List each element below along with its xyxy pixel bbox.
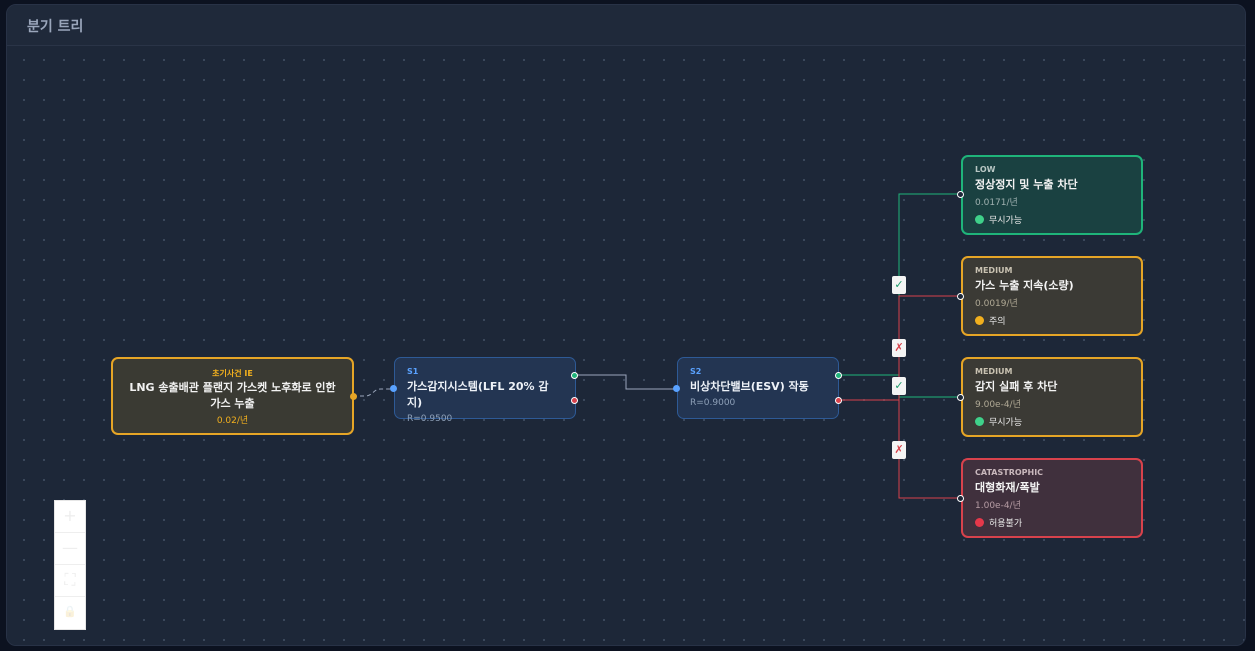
ie-tag: 초기사건 IE <box>212 369 253 378</box>
edge-s2-failure-o4 <box>898 400 958 499</box>
ie-source-handle[interactable] <box>350 393 357 400</box>
outcome-frequency: 1.00e-4/년 <box>975 501 1021 511</box>
outcome-3-target-handle[interactable] <box>957 394 964 401</box>
outcome-level: CATASTROPHIC <box>975 468 1044 477</box>
status-label: 허용불가 <box>989 519 1023 529</box>
system-id: S1 <box>407 367 419 376</box>
outcome-title: 대형화재/폭발 <box>975 481 1040 494</box>
s1-target-handle[interactable] <box>390 385 397 392</box>
branch-tree-panel: 분기 트리 초기사건 IE LNG 송출배관 플랜지 가스켓 노후화로 인한 가… <box>6 4 1246 646</box>
system-title: 가스감지시스템(LFL 20% 감지) <box>407 380 549 409</box>
status-dot-icon <box>975 518 984 527</box>
success-badge: ✓ <box>892 377 906 395</box>
outcome-title: 감지 실패 후 차단 <box>975 380 1058 393</box>
outcome-node-3[interactable]: MEDIUM 감지 실패 후 차단 9.00e-4/년 무시가능 <box>961 357 1143 437</box>
outcome-title: 가스 누출 지속(소량) <box>975 279 1074 292</box>
zoom-in-icon: + <box>63 506 77 525</box>
outcome-frequency: 0.0171/년 <box>975 198 1018 208</box>
outcome-node-1[interactable]: LOW 정상정지 및 누출 차단 0.0171/년 무시가능 <box>961 155 1143 235</box>
outcome-level: MEDIUM <box>975 266 1013 275</box>
s2-failure-handle[interactable] <box>835 397 842 404</box>
zoom-in-button[interactable]: + <box>55 501 85 533</box>
ie-frequency: 0.02/년 <box>216 416 249 426</box>
zoom-out-icon: — <box>62 538 78 557</box>
ie-title: LNG 송출배관 플랜지 가스켓 노후화로 인한 가스 누출 <box>129 381 336 410</box>
system-reliability: R=0.9500 <box>407 414 453 424</box>
edge-s2-success-o3 <box>898 375 958 398</box>
s2-success-handle[interactable] <box>835 372 842 379</box>
outcome-level: LOW <box>975 165 996 174</box>
status-label: 주의 <box>989 317 1006 327</box>
outcome-status: 주의 <box>975 314 1129 327</box>
lock-icon: 🔒 <box>63 605 77 618</box>
outcome-title: 정상정지 및 누출 차단 <box>975 178 1078 191</box>
s2-target-handle[interactable] <box>673 385 680 392</box>
s1-success-handle[interactable] <box>571 372 578 379</box>
status-label: 무시가능 <box>989 418 1023 428</box>
edge-ie-s1 <box>353 388 393 397</box>
success-badge: ✓ <box>892 276 906 294</box>
failure-badge: ✗ <box>892 339 906 357</box>
outcome-4-target-handle[interactable] <box>957 495 964 502</box>
system-title: 비상차단밸브(ESV) 작동 <box>690 380 809 393</box>
edge-s1-s2 <box>574 374 677 390</box>
status-dot-icon <box>975 417 984 426</box>
fit-view-icon: ⛶ <box>64 570 76 589</box>
status-dot-icon <box>975 316 984 325</box>
status-dot-icon <box>975 215 984 224</box>
flow-canvas[interactable]: 초기사건 IE LNG 송출배관 플랜지 가스켓 노후화로 인한 가스 누출 0… <box>7 46 1245 645</box>
outcome-status: 허용불가 <box>975 516 1129 529</box>
s1-failure-handle[interactable] <box>571 397 578 404</box>
lock-button[interactable]: 🔒 <box>55 597 85 629</box>
panel-header: 분기 트리 <box>7 5 1245 46</box>
panel-title: 분기 트리 <box>27 19 84 35</box>
failure-badge: ✗ <box>892 441 906 459</box>
outcome-node-2[interactable]: MEDIUM 가스 누출 지속(소량) 0.0019/년 주의 <box>961 256 1143 336</box>
system-node-s2[interactable]: S2 비상차단밸브(ESV) 작동 R=0.9000 <box>677 357 839 419</box>
outcome-2-target-handle[interactable] <box>957 293 964 300</box>
system-id: S2 <box>690 367 702 376</box>
outcome-1-target-handle[interactable] <box>957 191 964 198</box>
fit-view-button[interactable]: ⛶ <box>55 565 85 597</box>
outcome-frequency: 9.00e-4/년 <box>975 400 1021 410</box>
outcome-status: 무시가능 <box>975 415 1129 428</box>
system-reliability: R=0.9000 <box>690 398 736 408</box>
outcome-node-4[interactable]: CATASTROPHIC 대형화재/폭발 1.00e-4/년 허용불가 <box>961 458 1143 538</box>
outcome-status: 무시가능 <box>975 213 1129 226</box>
initiating-event-node[interactable]: 초기사건 IE LNG 송출배관 플랜지 가스켓 노후화로 인한 가스 누출 0… <box>111 357 354 435</box>
system-node-s1[interactable]: S1 가스감지시스템(LFL 20% 감지) R=0.9500 <box>394 357 576 424</box>
outcome-frequency: 0.0019/년 <box>975 299 1018 309</box>
zoom-controls: + — ⛶ 🔒 <box>54 500 86 630</box>
zoom-out-button[interactable]: — <box>55 533 85 565</box>
status-label: 무시가능 <box>989 216 1023 226</box>
edges-layer <box>353 193 958 499</box>
outcome-level: MEDIUM <box>975 367 1013 376</box>
